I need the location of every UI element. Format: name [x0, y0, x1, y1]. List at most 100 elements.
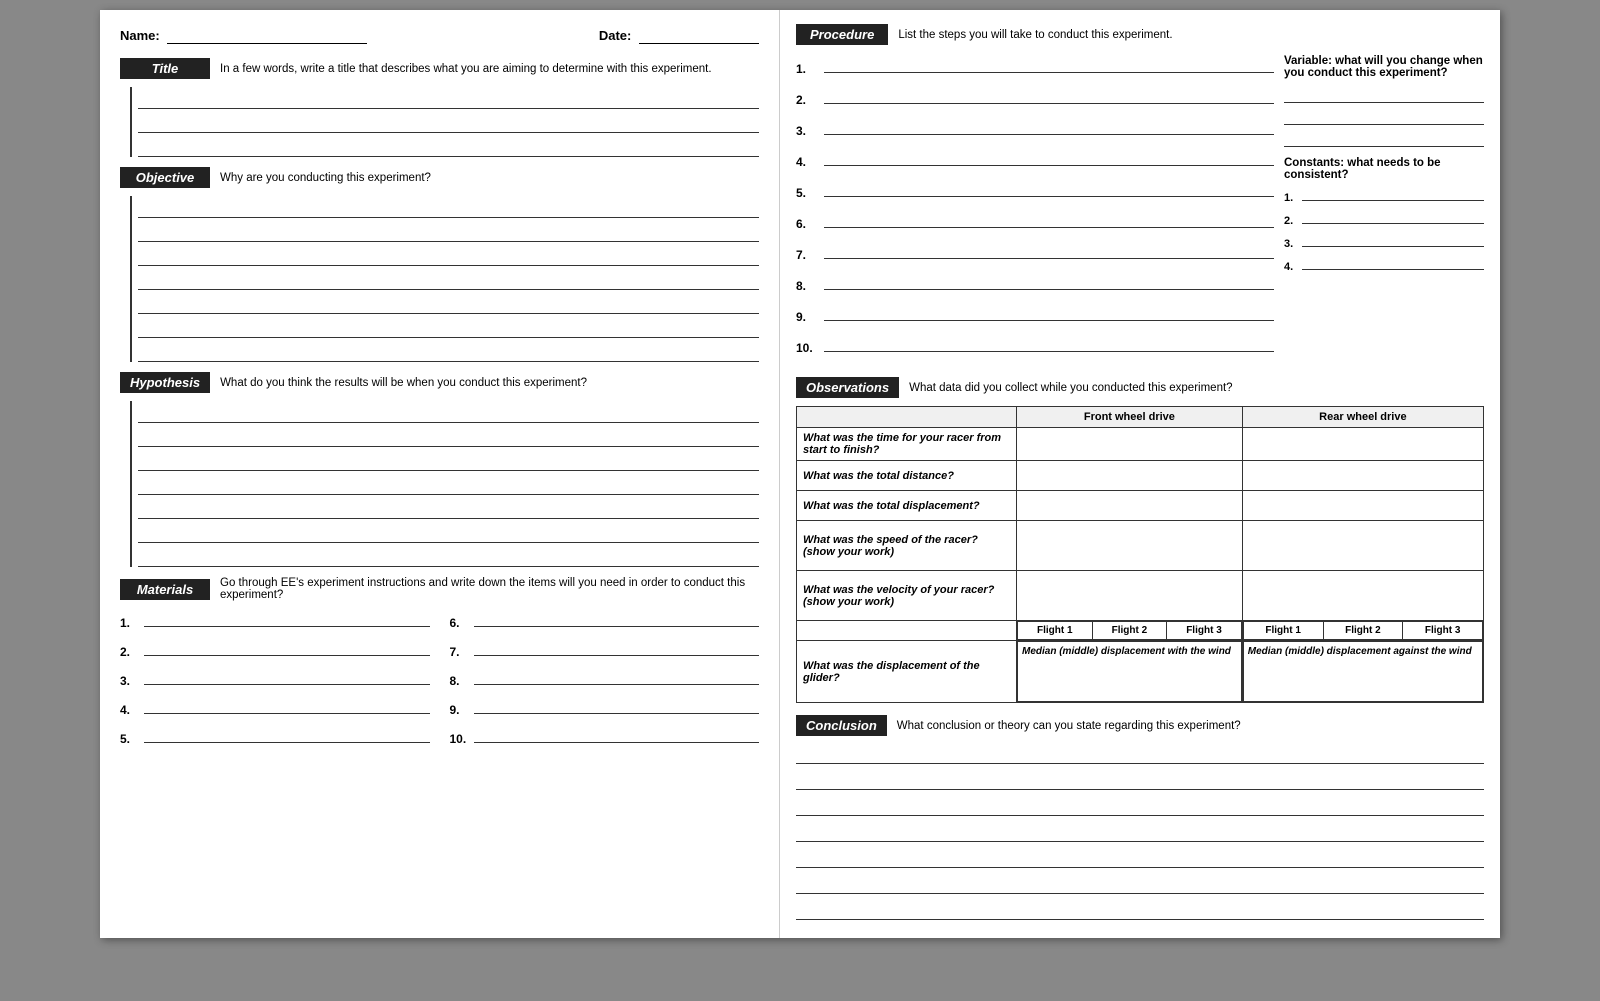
conc-line-2[interactable] [796, 768, 1484, 790]
fwd-flight3: Flight 3 [1167, 622, 1242, 640]
materials-section-header: Materials Go through EE's experiment ins… [120, 577, 759, 601]
conclusion-header: Conclusion What conclusion or theory can… [796, 715, 1484, 736]
rwd-flight3: Flight 3 [1403, 622, 1483, 640]
obs-glider-subheader-empty [797, 621, 1017, 641]
mat-num-2: 2. [120, 645, 144, 659]
conclusion-desc: What conclusion or theory can you state … [897, 720, 1241, 732]
rwd-flight2: Flight 2 [1323, 622, 1403, 640]
date-input[interactable] [639, 28, 759, 44]
proc-line-1[interactable] [824, 55, 1274, 73]
const-line-1[interactable] [1302, 185, 1484, 201]
obj-line-5[interactable] [138, 292, 759, 314]
hyp-line-2[interactable] [138, 425, 759, 447]
proc-line-4[interactable] [824, 148, 1274, 166]
obs-row-1-fwd[interactable] [1017, 428, 1243, 461]
objective-label: Objective [120, 167, 210, 188]
observations-header: Observations What data did you collect w… [796, 377, 1484, 398]
const-line-2[interactable] [1302, 208, 1484, 224]
obs-row-5-label: What was the velocity of your racer? (sh… [797, 571, 1017, 621]
mat-item-1: 1. [120, 609, 430, 630]
proc-line-6[interactable] [824, 210, 1274, 228]
mat-line-10[interactable] [474, 725, 760, 743]
obs-row-5-rwd[interactable] [1242, 571, 1483, 621]
proc-line-8[interactable] [824, 272, 1274, 290]
proc-num-8: 8. [796, 279, 824, 293]
obs-glider-row: What was the displacement of the glider?… [797, 641, 1484, 703]
proc-line-2[interactable] [824, 86, 1274, 104]
title-write-area [130, 87, 759, 157]
obs-row-1-rwd[interactable] [1242, 428, 1483, 461]
mat-item-3: 3. [120, 667, 430, 688]
conc-line-4[interactable] [796, 820, 1484, 842]
observations-label: Observations [796, 377, 899, 398]
variable-line-3[interactable] [1284, 129, 1484, 147]
hyp-line-3[interactable] [138, 449, 759, 471]
hyp-line-1[interactable] [138, 401, 759, 423]
obs-row-5-fwd[interactable] [1017, 571, 1243, 621]
mat-line-5[interactable] [144, 725, 430, 743]
date-field-container: Date: [599, 28, 759, 44]
variable-line-1[interactable] [1284, 85, 1484, 103]
conc-line-6[interactable] [796, 872, 1484, 894]
hyp-line-7[interactable] [138, 545, 759, 567]
obs-col-fwd: Front wheel drive [1017, 407, 1243, 428]
mat-line-4[interactable] [144, 696, 430, 714]
variable-line-2[interactable] [1284, 107, 1484, 125]
mat-line-1[interactable] [144, 609, 430, 627]
obj-line-6[interactable] [138, 316, 759, 338]
hypothesis-desc: What do you think the results will be wh… [220, 377, 759, 389]
conc-line-5[interactable] [796, 846, 1484, 868]
const-item-4: 4. [1284, 254, 1484, 273]
proc-line-7[interactable] [824, 241, 1274, 259]
proc-num-2: 2. [796, 93, 824, 107]
conc-line-1[interactable] [796, 742, 1484, 764]
materials-col-1: 1. 2. 3. 4. 5. [120, 609, 430, 754]
mat-line-9[interactable] [474, 696, 760, 714]
obs-row-1-label: What was the time for your racer from st… [797, 428, 1017, 461]
mat-line-8[interactable] [474, 667, 760, 685]
mat-line-3[interactable] [144, 667, 430, 685]
hyp-line-6[interactable] [138, 521, 759, 543]
mat-line-7[interactable] [474, 638, 760, 656]
materials-desc: Go through EE's experiment instructions … [220, 577, 759, 601]
obs-row-2-fwd[interactable] [1017, 461, 1243, 491]
obs-row-4-fwd[interactable] [1017, 521, 1243, 571]
proc-line-5[interactable] [824, 179, 1274, 197]
title-line-2[interactable] [138, 111, 759, 133]
objective-write-area [130, 196, 759, 362]
title-line-3[interactable] [138, 135, 759, 157]
constants-section: Constants: what needs to be consistent? … [1284, 157, 1484, 273]
const-item-1: 1. [1284, 185, 1484, 204]
obj-line-2[interactable] [138, 220, 759, 242]
right-panel: Procedure List the steps you will take t… [780, 10, 1500, 938]
obj-line-3[interactable] [138, 244, 759, 266]
obj-line-4[interactable] [138, 268, 759, 290]
obs-glider-rwd-cell: Median (middle) displacement against the… [1242, 641, 1483, 703]
proc-line-3[interactable] [824, 117, 1274, 135]
obj-line-7[interactable] [138, 340, 759, 362]
proc-line-9[interactable] [824, 303, 1274, 321]
mat-line-2[interactable] [144, 638, 430, 656]
mat-num-6: 6. [450, 616, 474, 630]
obs-row-3-fwd[interactable] [1017, 491, 1243, 521]
hyp-line-5[interactable] [138, 497, 759, 519]
conc-line-7[interactable] [796, 898, 1484, 920]
title-line-1[interactable] [138, 87, 759, 109]
conc-line-3[interactable] [796, 794, 1484, 816]
const-line-3[interactable] [1302, 231, 1484, 247]
const-item-2: 2. [1284, 208, 1484, 227]
obs-row-3-rwd[interactable] [1242, 491, 1483, 521]
obs-row-4-rwd[interactable] [1242, 521, 1483, 571]
mat-line-6[interactable] [474, 609, 760, 627]
obs-row-2-rwd[interactable] [1242, 461, 1483, 491]
obj-line-1[interactable] [138, 196, 759, 218]
obs-glider-subheader-row: Flight 1 Flight 2 Flight 3 Flight 1 Flig… [797, 621, 1484, 641]
procedure-label: Procedure [796, 24, 888, 45]
obs-table-header-row: Front wheel drive Rear wheel drive [797, 407, 1484, 428]
proc-line-10[interactable] [824, 334, 1274, 352]
mat-item-10: 10. [450, 725, 760, 746]
hyp-line-4[interactable] [138, 473, 759, 495]
const-line-4[interactable] [1302, 254, 1484, 270]
const-num-4: 4. [1284, 261, 1302, 273]
name-input[interactable] [167, 28, 367, 44]
